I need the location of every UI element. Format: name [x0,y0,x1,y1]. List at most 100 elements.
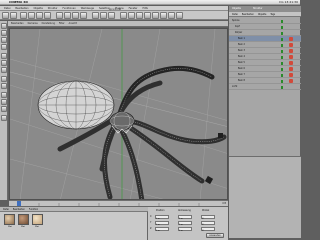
visible-check-icon[interactable] [281,79,283,83]
world-icon[interactable] [80,12,87,19]
animation-mode-icon[interactable] [1,83,7,89]
scale-icon[interactable] [36,12,43,19]
model-mode-icon[interactable] [1,23,7,29]
select-icon[interactable] [20,12,27,19]
material-label: Mat [21,226,25,228]
size-y-field[interactable]: 0 m [178,220,192,226]
nurbs-icon[interactable] [136,12,143,19]
material-menu: Datei Bearbeiten Funktion [0,207,148,212]
visible-check-icon[interactable] [281,19,283,23]
om-menu-edit[interactable]: Bearbeiten [242,12,254,17]
material-tag-icon[interactable] [289,37,293,41]
rot-p-field[interactable]: 0° [201,220,215,226]
points-mode-icon[interactable] [1,53,7,59]
light-icon[interactable] [176,12,183,19]
app-name[interactable]: CINEMA 4D [9,0,28,5]
texture-mode-icon[interactable] [1,37,7,43]
visible-check-icon[interactable] [281,49,283,53]
render-icon[interactable] [100,12,107,19]
om-menu-tags[interactable]: Tags [270,12,275,17]
material-manager: Datei Bearbeiten Funktion Mat Mat Mat [0,206,148,240]
viewport-menu-display[interactable]: Darstellung [42,21,55,27]
scene-icon[interactable] [160,12,167,19]
main-toolbar: spinne.c4d [0,8,228,20]
attribute-manager[interactable] [229,156,301,238]
om-menu-objects[interactable]: Objekte [258,12,267,17]
cube-icon[interactable] [120,12,127,19]
viewport-menu-edit[interactable]: Bearbeiten [11,21,24,27]
window-title: spinne.c4d [108,8,122,11]
material-tag-icon[interactable] [289,55,293,59]
axis-x-label: X [150,215,152,218]
size-z-field[interactable]: 0 m [178,226,192,232]
material-label: Mat [8,226,12,228]
workplane-icon[interactable] [1,99,7,105]
material-swatch[interactable] [32,214,43,225]
object-manager: Objekte Struktur Datei Bearbeiten Objekt… [228,6,301,238]
visible-check-icon[interactable] [281,85,283,89]
om-menu-file[interactable]: Datei [232,12,238,17]
pos-z-field[interactable]: 0 m [155,226,169,232]
viewport-menu-view[interactable]: Ansicht [69,21,77,27]
soft-selection-icon[interactable] [1,115,7,121]
material-tag-icon[interactable] [289,67,293,71]
pos-y-field[interactable]: 0 m [155,220,169,226]
undo-icon[interactable] [2,12,9,19]
move-icon[interactable] [28,12,35,19]
array-icon[interactable] [144,12,151,19]
clock: Do 13:21:30 [279,0,298,4]
rotation-header: Winkel [202,209,210,212]
snap-icon[interactable] [1,92,7,98]
viewport-menubar: Bearbeiten Kameras Darstellung Filter An… [8,21,228,27]
left-toolbar [0,21,8,200]
rot-h-field[interactable]: 0° [201,214,215,220]
camera-icon[interactable] [168,12,175,19]
pos-x-field[interactable]: 0 m [155,214,169,220]
z-axis-icon[interactable] [72,12,79,19]
viewport-menu-cameras[interactable]: Kameras [28,21,38,27]
material-tag-icon[interactable] [289,61,293,65]
viewport-menu-filter[interactable]: Filter [59,21,65,27]
viewport-scene[interactable] [10,29,228,200]
material-tag-icon[interactable] [289,73,293,77]
3d-viewport[interactable] [9,28,228,200]
mat-menu-edit[interactable]: Bearbeiten [13,207,25,212]
render-settings-icon[interactable] [108,12,115,19]
coordinate-manager: Position Abmessung Winkel X 0 m 0 m 0° Y… [148,206,228,240]
polygons-mode-icon[interactable] [1,67,7,73]
quantize-icon[interactable] [1,106,7,112]
mat-menu-function[interactable]: Funktion [29,207,38,212]
visible-check-icon[interactable] [281,61,283,65]
material-tag-icon[interactable] [289,49,293,53]
object-row[interactable]: Licht [229,84,301,90]
apply-button[interactable]: Anwenden [206,233,224,238]
y-axis-icon[interactable] [64,12,71,19]
visible-check-icon[interactable] [281,43,283,47]
visible-check-icon[interactable] [281,67,283,71]
rot-b-field[interactable]: 0° [201,226,215,232]
render-view-icon[interactable] [92,12,99,19]
edges-mode-icon[interactable] [1,60,7,66]
tweak-mode-icon[interactable] [1,76,7,82]
material-tag-icon[interactable] [289,43,293,47]
deformer-icon[interactable] [152,12,159,19]
spider-abdomen[interactable] [37,80,115,130]
material-swatch[interactable] [18,214,29,225]
visible-check-icon[interactable] [281,31,283,35]
object-mode-icon[interactable] [1,30,7,36]
object-label: Licht [232,85,238,88]
mat-menu-file[interactable]: Datei [3,207,9,212]
material-tag-icon[interactable] [289,79,293,83]
visible-check-icon[interactable] [281,73,283,77]
visible-check-icon[interactable] [281,55,283,59]
axis-z-label: Z [150,227,152,230]
axis-mode-icon[interactable] [1,44,7,50]
x-axis-icon[interactable] [56,12,63,19]
visible-check-icon[interactable] [281,37,283,41]
size-x-field[interactable]: 0 m [178,214,192,220]
visible-check-icon[interactable] [281,25,283,29]
material-swatch[interactable] [4,214,15,225]
redo-icon[interactable] [10,12,17,19]
rotate-icon[interactable] [44,12,51,19]
spline-icon[interactable] [128,12,135,19]
